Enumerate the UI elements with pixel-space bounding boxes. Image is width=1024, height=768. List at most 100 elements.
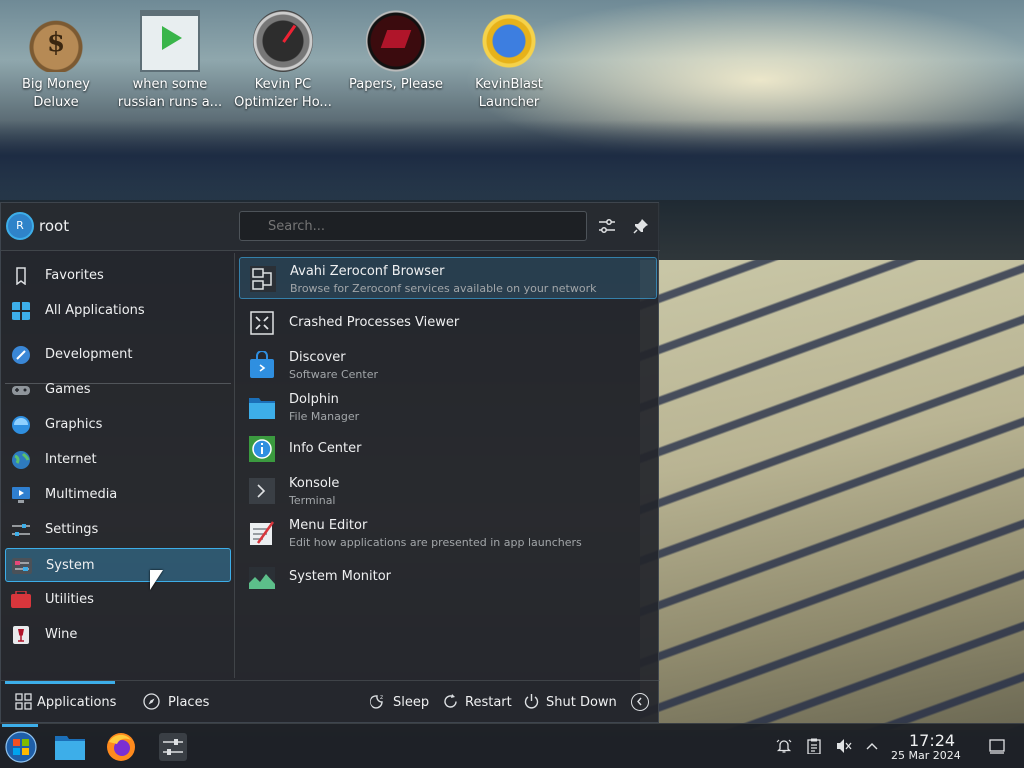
- app-name: Dolphin: [289, 392, 339, 407]
- desktop-icon-label: Papers, Please: [348, 77, 444, 92]
- active-launcher-indicator: [2, 724, 38, 727]
- desktop-icon-kevinblast-launcher[interactable]: KevinBlast Launcher: [455, 8, 563, 112]
- sidebar-item-label: Utilities: [45, 592, 94, 607]
- app-menu-editor[interactable]: Menu Editor Edit how applications are pr…: [239, 512, 657, 554]
- desktop-icon-label: KevinBlast Launcher: [475, 77, 543, 110]
- more-power-options-button[interactable]: [631, 693, 649, 711]
- tab-places[interactable]: Places: [133, 681, 217, 723]
- sidebar-item-label: Internet: [45, 452, 97, 467]
- restart-label: Restart: [465, 695, 512, 710]
- sidebar-item-games[interactable]: Games: [5, 373, 231, 407]
- utilities-icon: [11, 591, 31, 608]
- start-menu-button[interactable]: [4, 730, 38, 764]
- system-settings-icon: [159, 733, 187, 761]
- sidebar-item-system[interactable]: System: [5, 548, 231, 582]
- terminal-icon: [249, 478, 275, 504]
- app-info-center[interactable]: Info Center: [239, 428, 657, 470]
- category-sidebar: Favorites All Applications Development G…: [1, 253, 235, 678]
- app-name: System Monitor: [289, 569, 392, 584]
- pin-icon: [633, 219, 648, 234]
- start-menu-icon: [5, 731, 37, 763]
- app-name: Konsole: [289, 476, 340, 491]
- show-desktop-button[interactable]: [989, 738, 1005, 754]
- sleep-button[interactable]: z Sleep: [367, 681, 429, 723]
- wine-icon: [13, 626, 29, 644]
- sleep-icon: z: [370, 694, 383, 709]
- sidebar-item-utilities[interactable]: Utilities: [5, 583, 231, 617]
- app-description: Terminal: [289, 494, 336, 507]
- sidebar-item-label: Graphics: [45, 417, 103, 432]
- sidebar-item-favorites[interactable]: Favorites: [5, 259, 231, 293]
- sidebar-item-all-applications[interactable]: All Applications: [5, 294, 231, 328]
- app-name: Info Center: [289, 441, 362, 456]
- sidebar-item-settings[interactable]: Settings: [5, 513, 231, 547]
- file-manager-icon: [55, 736, 85, 760]
- system-monitor-icon: [249, 567, 275, 589]
- sidebar-item-graphics[interactable]: Graphics: [5, 408, 231, 442]
- application-launcher: R root Favorites All Applications Develo…: [0, 202, 660, 723]
- app-crashed-processes-viewer[interactable]: Crashed Processes Viewer: [239, 302, 657, 344]
- multimedia-icon: [12, 487, 30, 503]
- desktop-icon-video[interactable]: when some russian runs a...: [116, 8, 224, 112]
- app-konsole[interactable]: Konsole Terminal: [239, 470, 657, 512]
- sidebar-item-internet[interactable]: Internet: [5, 443, 231, 477]
- clock-date: 25 Mar 2024: [891, 749, 961, 762]
- crash-icon: [250, 311, 274, 335]
- application-list: Avahi Zeroconf Browser Browse for Zeroco…: [239, 255, 657, 675]
- volume-muted-icon: [837, 739, 852, 753]
- sidebar-item-label: All Applications: [45, 303, 145, 318]
- development-icon: [12, 346, 30, 364]
- configure-icon: [599, 219, 615, 233]
- clipboard-button[interactable]: [806, 738, 822, 755]
- taskbar: 17:24 25 Mar 2024: [0, 723, 1024, 768]
- app-name: Menu Editor: [289, 518, 368, 533]
- firefox-icon: [107, 733, 135, 761]
- volume-button[interactable]: [836, 738, 852, 754]
- configure-button[interactable]: [595, 214, 619, 238]
- folder-icon: [249, 398, 275, 419]
- compass-icon: [143, 693, 160, 710]
- sidebar-item-multimedia[interactable]: Multimedia: [5, 478, 231, 512]
- taskbar-system-settings[interactable]: [156, 730, 190, 764]
- shopping-bag-icon: [250, 351, 274, 378]
- sidebar-item-wine[interactable]: Wine: [5, 618, 231, 652]
- papers-please-icon: [366, 10, 426, 72]
- shut-down-button[interactable]: Shut Down: [522, 681, 617, 723]
- pin-button[interactable]: [629, 214, 653, 238]
- app-dolphin[interactable]: Dolphin File Manager: [239, 386, 657, 428]
- app-avahi-zeroconf-browser[interactable]: Avahi Zeroconf Browser Browse for Zeroco…: [239, 257, 657, 299]
- sidebar-item-label: System: [46, 558, 95, 573]
- globe-icon: [12, 451, 30, 469]
- power-icon: [524, 694, 539, 709]
- avatar[interactable]: R: [6, 212, 34, 240]
- info-icon: [249, 436, 275, 462]
- video-player-icon: [140, 10, 200, 72]
- app-discover[interactable]: Discover Software Center: [239, 344, 657, 386]
- restart-button[interactable]: Restart: [440, 681, 512, 723]
- clock-time: 17:24: [909, 731, 956, 750]
- desktop-icon-kevin-pc-optimizer[interactable]: Kevin PC Optimizer Ho...: [229, 8, 337, 112]
- graphics-icon: [12, 416, 30, 434]
- wallpaper-treeline: [0, 120, 1024, 200]
- svg-text:z: z: [380, 694, 383, 701]
- app-description: Edit how applications are presented in a…: [289, 536, 582, 549]
- notifications-button[interactable]: [776, 738, 792, 754]
- taskbar-firefox[interactable]: [104, 730, 138, 764]
- sidebar-item-development[interactable]: Development: [5, 338, 231, 372]
- starburst-globe-icon: [479, 10, 539, 72]
- show-hidden-icons-button[interactable]: [864, 738, 880, 754]
- app-system-monitor[interactable]: System Monitor: [239, 556, 657, 598]
- search-input[interactable]: [239, 211, 587, 241]
- network-icon: [250, 266, 276, 292]
- tab-applications[interactable]: Applications: [5, 681, 117, 723]
- tab-label: Applications: [37, 695, 117, 710]
- desktop-icon-big-money-deluxe[interactable]: Big Money Deluxe: [2, 8, 110, 112]
- sidebar-item-label: Development: [45, 347, 133, 362]
- sleep-label: Sleep: [393, 695, 430, 710]
- desktop-icon-papers-please[interactable]: Papers, Please: [342, 8, 450, 94]
- notifications-icon: [776, 739, 792, 753]
- settings-icon: [12, 524, 30, 536]
- sidebar-item-label: Wine: [45, 627, 78, 642]
- app-description: Software Center: [289, 368, 379, 381]
- taskbar-file-manager[interactable]: [53, 730, 87, 764]
